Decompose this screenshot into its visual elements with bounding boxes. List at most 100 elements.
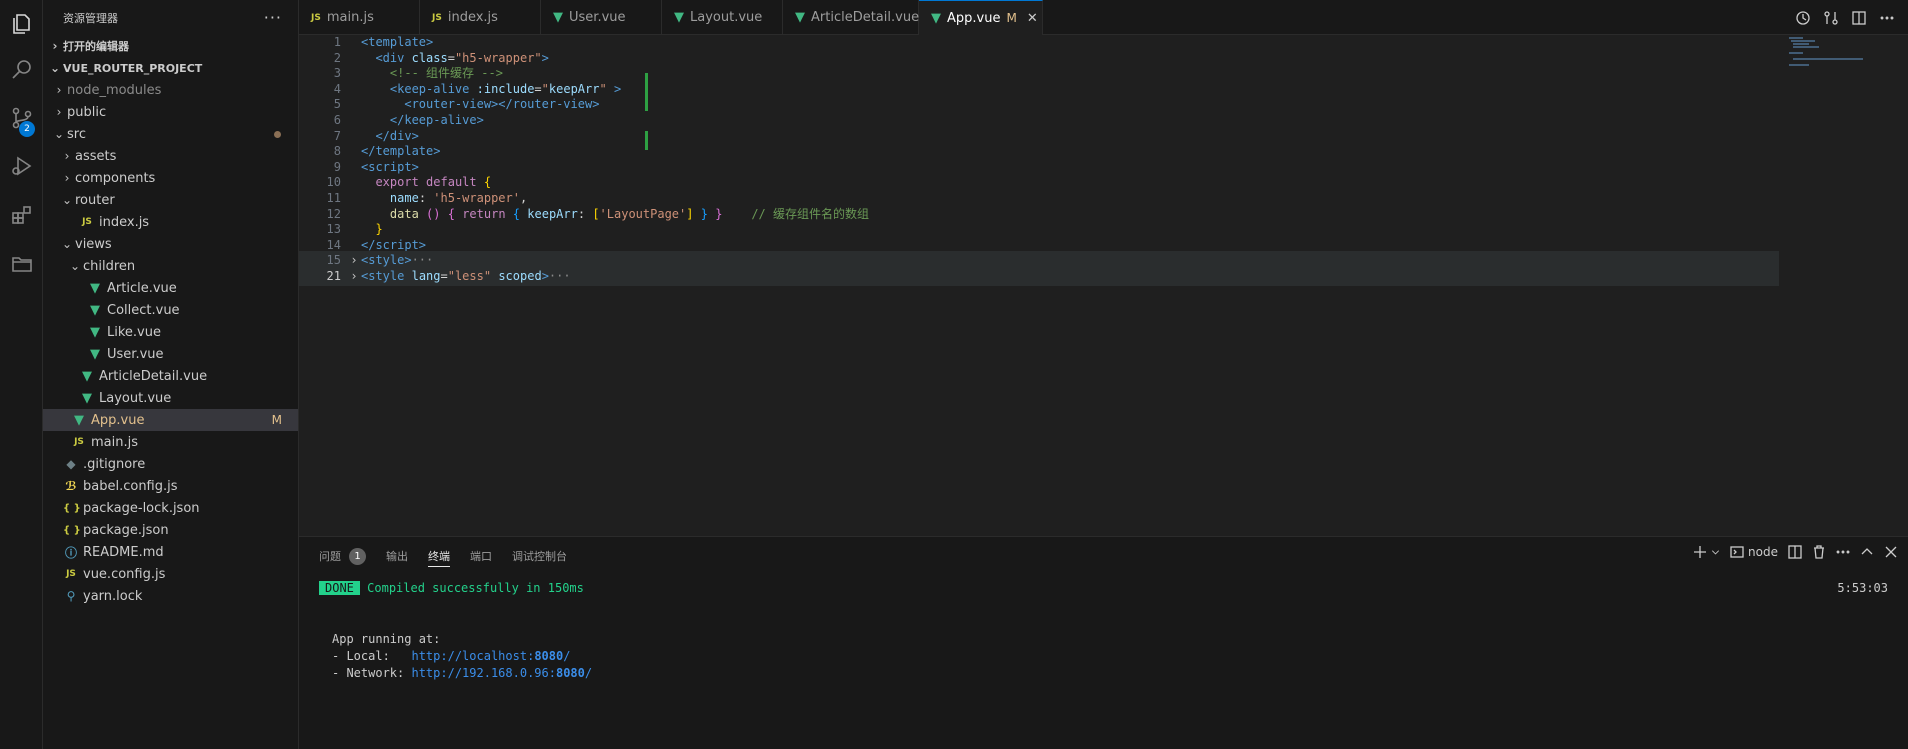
tree-item[interactable]: ▼ Like.vue — [43, 321, 298, 343]
code-line[interactable]: 21 › <style lang="less" scoped>··· — [299, 267, 1779, 286]
tree-item-label: User.vue — [107, 346, 164, 362]
open-editors-section[interactable]: › 打开的编辑器 — [43, 35, 298, 57]
more-icon[interactable] — [1836, 545, 1850, 559]
code-editor[interactable]: 1 <template> 2 <div class="h5-wrapper"> 3 … — [299, 35, 1908, 536]
local-label: - Local: — [332, 649, 412, 663]
debug-icon[interactable] — [0, 144, 43, 188]
tree-item[interactable]: ⚲ yarn.lock — [43, 585, 298, 607]
tab-label: index.js — [447, 10, 498, 25]
tab-main-js[interactable]: JS main.js — [299, 0, 420, 35]
editor-actions — [1794, 0, 1908, 35]
fold-chevron-icon[interactable]: › — [347, 267, 361, 286]
app-running-text: App running at: — [332, 632, 441, 646]
tab-list: JS main.js JS index.js ▼ User.vue ▼ Layout.vue ▼… — [299, 0, 1043, 35]
tree-item-label: babel.config.js — [83, 478, 178, 494]
maximize-icon[interactable] — [1860, 545, 1874, 559]
panel-tab[interactable]: 输出 — [386, 545, 408, 567]
editor-tabs: JS main.js JS index.js ▼ User.vue ▼ Layout.vue ▼… — [299, 0, 1908, 35]
tree-item[interactable]: ▼ Article.vue — [43, 277, 298, 299]
network-label: - Network: — [332, 666, 412, 680]
panel-tab[interactable]: 调试控制台 — [512, 545, 567, 567]
panel-tab[interactable]: 问题 1 — [319, 545, 366, 567]
folder-icon[interactable] — [0, 242, 43, 286]
tree-item[interactable]: JS index.js — [43, 211, 298, 233]
split-editor-icon[interactable] — [1850, 9, 1868, 27]
tree-item-label: Layout.vue — [99, 390, 172, 406]
js-file-icon: JS — [74, 437, 84, 447]
panel-tabs: 问题 1 输出 终端 端口 调试控制台 — [299, 537, 1908, 575]
tree-item[interactable]: ⌄ src — [43, 123, 298, 145]
tree-item[interactable]: ⌄ views — [43, 233, 298, 255]
terminal-selector[interactable]: node — [1730, 545, 1778, 559]
trash-icon[interactable] — [1812, 545, 1826, 559]
project-section[interactable]: ⌄ VUE_ROUTER_PROJECT — [43, 57, 298, 79]
tree-item-label: assets — [75, 148, 117, 164]
close-icon[interactable]: ✕ — [1027, 11, 1038, 26]
done-badge: DONE — [319, 581, 360, 595]
tree-item[interactable]: ▼ App.vue M — [43, 409, 298, 431]
git-change-indicator — [645, 73, 648, 111]
source-control-icon[interactable]: 2 — [0, 96, 43, 140]
tab-user-vue[interactable]: ▼ User.vue — [541, 0, 662, 35]
modified-badge: M — [271, 413, 282, 427]
tree-item[interactable]: ▼ User.vue — [43, 343, 298, 365]
panel-tab[interactable]: 终端 — [428, 545, 450, 567]
tree-item[interactable]: JS main.js — [43, 431, 298, 453]
tree-item-label: src — [67, 126, 86, 142]
local-url-link[interactable]: http://localhost:8080/ — [411, 649, 570, 663]
terminal-output[interactable]: DONE Compiled successfully in 150ms 5:53… — [299, 580, 1908, 682]
files-icon[interactable] — [0, 2, 43, 46]
tree-item[interactable]: ⌄ router — [43, 189, 298, 211]
tree-item[interactable]: ▼ ArticleDetail.vue — [43, 365, 298, 387]
terminal-icon — [1730, 546, 1744, 558]
tab-label: ArticleDetail.vue — [811, 10, 920, 25]
tree-item[interactable]: { } package-lock.json — [43, 497, 298, 519]
more-icon[interactable]: ··· — [264, 8, 282, 27]
modified-dot-icon — [274, 131, 281, 138]
tab-app-vue[interactable]: ▼ App.vue M ✕ — [919, 0, 1043, 35]
js-file-icon: JS — [311, 12, 321, 23]
network-url-host: http://192.168.0.96: — [411, 666, 556, 680]
vue-file-icon: ▼ — [90, 302, 100, 318]
tree-item[interactable]: ▼ Layout.vue — [43, 387, 298, 409]
more-icon[interactable] — [1878, 9, 1896, 27]
tree-item-label: Article.vue — [107, 280, 177, 296]
tree-item[interactable]: ℬbabel.config.js — [43, 475, 298, 497]
new-terminal-button[interactable] — [1693, 545, 1720, 559]
vue-file-icon: ▼ — [674, 10, 684, 25]
network-url-link[interactable]: http://192.168.0.96:8080/ — [411, 666, 592, 680]
tree-item[interactable]: › public — [43, 101, 298, 123]
tab-index-js[interactable]: JS index.js — [420, 0, 541, 35]
history-icon[interactable] — [1794, 9, 1812, 27]
compare-changes-icon[interactable] — [1822, 9, 1840, 27]
explorer-sidebar: 资源管理器 ··· › 打开的编辑器 ⌄ VUE_ROUTER_PROJECT … — [43, 0, 299, 749]
panel-tab[interactable]: 端口 — [470, 545, 492, 567]
tree-item[interactable]: ⓘ README.md — [43, 541, 298, 563]
tree-item[interactable]: JS vue.config.js — [43, 563, 298, 585]
tab-layout-vue[interactable]: ▼ Layout.vue — [662, 0, 783, 35]
tree-item[interactable]: ⌄ children — [43, 255, 298, 277]
search-icon[interactable] — [0, 48, 43, 92]
extensions-icon[interactable] — [0, 193, 43, 237]
tree-item-label: .gitignore — [83, 456, 146, 472]
minimap[interactable] — [1789, 35, 1899, 75]
split-icon[interactable] — [1788, 545, 1802, 559]
tree-item-label: views — [75, 236, 112, 252]
vue-file-icon: ▼ — [82, 368, 92, 384]
tab-label: App.vue — [947, 10, 1001, 26]
vue-file-icon: ▼ — [931, 10, 941, 26]
tab-articledetail-vue[interactable]: ▼ ArticleDetail.vue — [783, 0, 919, 35]
tree-item[interactable]: › assets — [43, 145, 298, 167]
chevron-down-icon: ⌄ — [49, 61, 61, 75]
tree-item[interactable]: { } package.json — [43, 519, 298, 541]
vue-file-icon: ▼ — [90, 346, 100, 362]
tree-item[interactable]: ▼ Collect.vue — [43, 299, 298, 321]
tree-item[interactable]: › components — [43, 167, 298, 189]
close-icon[interactable] — [1884, 545, 1898, 559]
tree-item[interactable]: › node_modules — [43, 79, 298, 101]
tree-item[interactable]: ◆ .gitignore — [43, 453, 298, 475]
tree-item-label: vue.config.js — [83, 566, 166, 582]
local-url-host: http://localhost: — [411, 649, 535, 663]
open-editors-label: 打开的编辑器 — [63, 40, 129, 53]
chevron-down-icon: ⌄ — [61, 193, 73, 207]
